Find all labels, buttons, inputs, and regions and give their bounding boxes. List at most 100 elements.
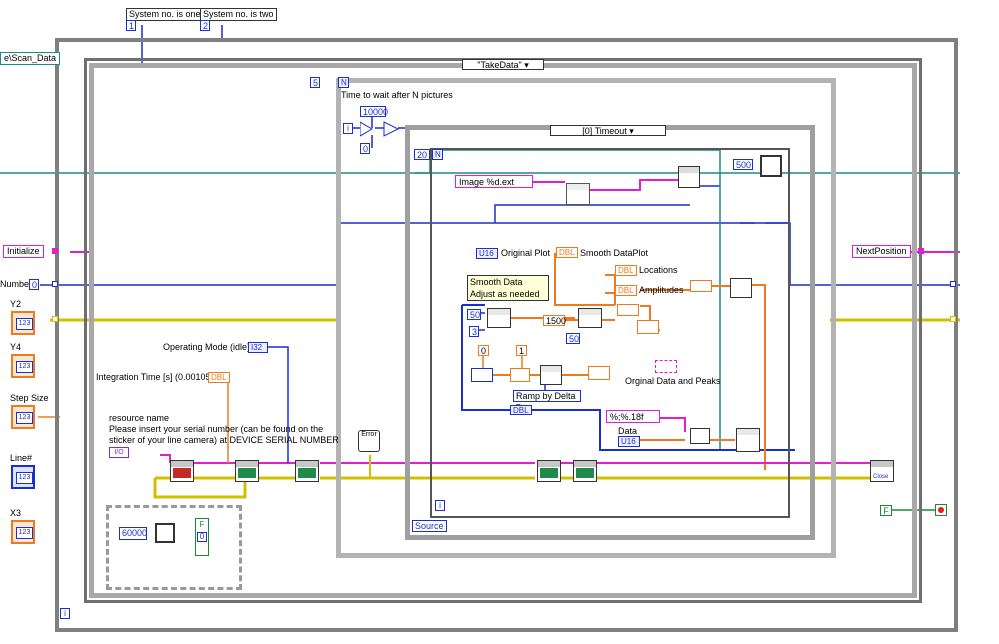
line-number-label: Line# <box>10 453 33 463</box>
resource-name-control[interactable]: I/O <box>109 447 129 458</box>
system-one-constant[interactable]: 1 <box>126 20 136 31</box>
y2-label: Y2 <box>10 299 22 309</box>
array-to-spreadsheet-icon[interactable] <box>690 428 710 444</box>
wait-ms-icon[interactable] <box>155 523 175 543</box>
stop-terminal[interactable] <box>935 504 947 516</box>
constant-50-a[interactable]: 50 <box>467 309 481 320</box>
lc100-initialize-icon[interactable] <box>170 460 194 482</box>
locations-label: Locations <box>639 265 678 275</box>
y4-control[interactable]: 123 <box>11 354 35 378</box>
constant-zero[interactable]: 0 <box>360 143 370 154</box>
y2-control[interactable]: 123 <box>11 311 35 335</box>
shift-register-left-error <box>52 316 58 322</box>
format-into-string-icon[interactable] <box>566 183 590 205</box>
system-two-constant[interactable]: 2 <box>200 20 210 31</box>
operating-mode-label: Operating Mode (idle) <box>163 342 251 352</box>
number-terminal[interactable]: 0 <box>29 279 39 290</box>
case-selector-takedata[interactable]: "TakeData" ▾ <box>462 59 544 70</box>
transpose-array-icon[interactable] <box>730 278 752 298</box>
shift-register-right-error <box>950 316 956 322</box>
flat-sequence[interactable] <box>106 505 242 590</box>
source-label: Source <box>412 520 447 532</box>
ramp-delta-constant[interactable]: 1 <box>516 345 527 356</box>
constant-3[interactable]: 3 <box>469 326 479 337</box>
build-array-icon-b[interactable] <box>690 280 712 292</box>
inner-count-constant[interactable]: 20 <box>414 149 430 160</box>
error-handler-icon[interactable]: Error <box>358 430 380 452</box>
stop-false-constant[interactable]: F <box>880 505 892 516</box>
system-one-label: System no. is one <box>126 8 204 21</box>
scan-data-cluster[interactable]: e\Scan_Data <box>0 52 61 65</box>
x3-control[interactable]: 123 <box>11 520 35 544</box>
constant-1500[interactable]: 1500 <box>543 315 566 326</box>
line-number-control[interactable]: 123 <box>11 465 35 489</box>
to-dbl-terminal: DBL <box>510 405 532 415</box>
build-array-icon-a[interactable] <box>617 304 639 316</box>
smooth-dataplot-label: Smooth DataPlot <box>580 248 649 258</box>
save-image-icon[interactable] <box>678 166 700 188</box>
data-terminal[interactable]: U16 <box>618 436 640 447</box>
lc100-start-scan-icon[interactable] <box>537 460 561 482</box>
next-position-constant[interactable]: NextPosition <box>852 245 911 258</box>
operating-mode-terminal[interactable]: I32 <box>248 342 268 353</box>
build-array-icon-c[interactable] <box>588 366 610 380</box>
lc100-set-integration-icon[interactable] <box>235 460 259 482</box>
wait-60000-constant[interactable]: 60000 <box>119 527 147 540</box>
y4-label: Y4 <box>10 342 22 352</box>
compare-select-icon[interactable] <box>360 120 405 138</box>
wait-timer-icon[interactable] <box>760 155 782 177</box>
original-plot-label: Original Plot <box>501 248 551 258</box>
smooth-note: Smooth Data Adjust as needed <box>467 275 549 301</box>
block-diagram: System no. is one 1 System no. is two 2 … <box>0 0 999 644</box>
to-double-icon[interactable] <box>510 368 530 382</box>
amplitudes-label: Amplitudes <box>639 285 684 295</box>
image-format-constant[interactable]: Image %d.ext <box>455 175 533 188</box>
lc100-close-icon[interactable]: Close <box>870 460 894 482</box>
step-size-control[interactable]: 123 <box>11 405 35 429</box>
loop-count-terminal: N <box>338 77 349 88</box>
original-data-peaks-label: Orginal Data and Peaks <box>625 376 721 386</box>
shift-register-right <box>918 248 924 254</box>
x3-label: X3 <box>10 508 22 518</box>
for-loop-iteration: i <box>343 123 353 134</box>
ramp-pattern-icon[interactable] <box>540 365 562 385</box>
wait-500-constant[interactable]: 500 <box>733 159 753 170</box>
original-plot-terminal[interactable]: U16 <box>476 248 498 259</box>
inner-iteration-terminal: i <box>435 500 445 511</box>
integration-time-label: Integration Time [s] (0.00105) <box>96 372 214 382</box>
shift-register-right-number <box>950 281 956 287</box>
inner-for-loop[interactable] <box>430 148 790 518</box>
time-to-wait-label: Time to wait after N pictures <box>341 90 453 100</box>
bundle-icon[interactable] <box>637 320 659 334</box>
ramp-by-delta-enum[interactable]: Ramp by Delta ▾ <box>513 390 581 411</box>
locations-terminal[interactable]: DBL <box>615 265 637 276</box>
initialize-constant[interactable]: Initialize <box>3 245 44 258</box>
resource-name-label: resource name <box>109 413 170 423</box>
false-case-structure[interactable]: F 0 <box>195 518 209 556</box>
lc100-set-mode-icon[interactable] <box>295 460 319 482</box>
smoothing-filter-icon[interactable] <box>487 308 511 328</box>
amplitudes-terminal[interactable]: DBL <box>615 285 637 296</box>
integration-time-terminal[interactable]: DBL <box>208 372 230 383</box>
serial-note-line2: sticker of your line camera) at DEVICE S… <box>109 435 339 445</box>
constant-10000[interactable]: 10000 <box>360 106 388 117</box>
serial-note-line1: Please insert your serial number (can be… <box>109 424 324 434</box>
inner-count-terminal: N <box>432 149 443 160</box>
ramp-start-constant[interactable]: 0 <box>478 345 489 356</box>
outer-iteration-terminal: i <box>60 608 70 619</box>
lc100-get-data-icon[interactable] <box>573 460 597 482</box>
number-label: Number <box>0 279 33 289</box>
format-string-constant[interactable]: %;%.18f <box>606 410 660 423</box>
shift-register-left-number <box>52 281 58 287</box>
shift-register-left <box>52 248 58 254</box>
peak-detector-icon[interactable] <box>578 308 602 328</box>
smooth-dataplot-terminal[interactable]: DBL <box>556 247 578 258</box>
loop-count-constant[interactable]: 5 <box>310 77 320 88</box>
system-two-label: System no. is two <box>200 8 277 21</box>
step-size-label: Step Size <box>10 393 49 403</box>
write-file-icon[interactable] <box>736 428 760 452</box>
case-selector-timeout[interactable]: [0] Timeout ▾ <box>550 125 666 136</box>
waveform-graph-terminal[interactable] <box>655 360 677 373</box>
constant-50-b[interactable]: 50 <box>566 333 580 344</box>
array-size-icon[interactable] <box>471 368 493 382</box>
